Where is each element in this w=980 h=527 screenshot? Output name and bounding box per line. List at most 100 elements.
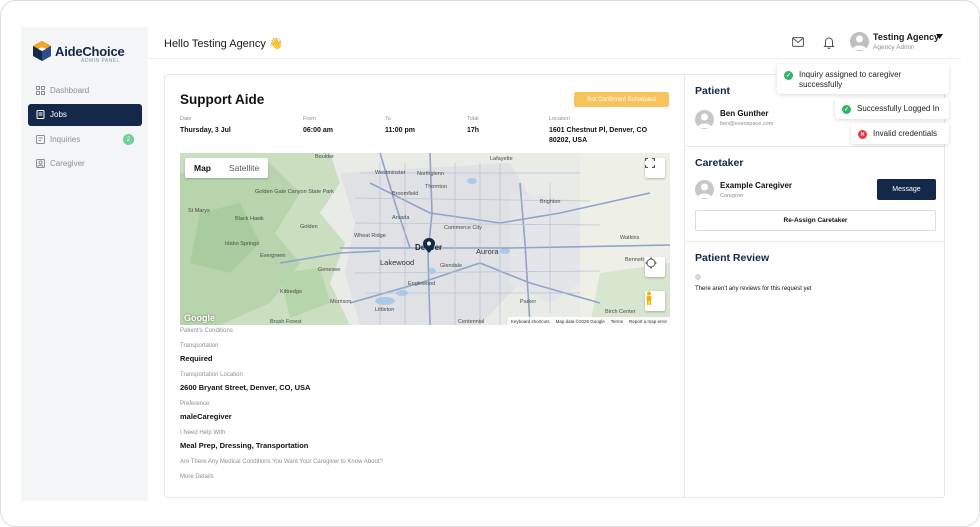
- terms-link[interactable]: Terms: [611, 319, 623, 324]
- map-label: Idaho Springs: [225, 241, 259, 247]
- map-label-lakewood: Lakewood: [380, 258, 414, 267]
- toast-error[interactable]: ✕ Invalid credentials: [851, 123, 949, 144]
- sidebar-nav: Dashboard Jobs Inquiries 2 Caregiver: [28, 79, 142, 177]
- user-avatar[interactable]: [850, 32, 869, 51]
- map-label: Brush Forest: [270, 319, 302, 325]
- transport-location-value: 2600 Bryant Street, Denver, CO, USA: [180, 383, 311, 392]
- fullscreen-icon: [645, 158, 655, 168]
- map-label: Birch Center: [605, 309, 636, 315]
- to-label: To: [385, 116, 391, 122]
- inquiries-count-badge: 2: [123, 134, 134, 145]
- sidebar-item-label: Dashboard: [50, 85, 90, 95]
- sidebar-item-inquiries[interactable]: Inquiries 2: [28, 128, 142, 150]
- map-labels: Boulder Westminster Thornton Northglenn …: [188, 154, 644, 325]
- map-label: Broomfield: [392, 191, 418, 197]
- job-title: Support Aide: [180, 92, 265, 107]
- map-label: Evergreen: [260, 253, 285, 259]
- transportation-label: Transportation: [180, 343, 219, 349]
- user-avatar-icon: [852, 35, 867, 50]
- avatar-placeholder-icon: [697, 113, 712, 128]
- job-detail-card: Support Aide Not Confirmed Scheduled Dat…: [164, 74, 945, 498]
- medical-label: Are There Any Medical Conditions You Wan…: [180, 459, 383, 465]
- logo-hexagon-icon: [33, 41, 51, 61]
- patient-email: ben@eseospace.com: [720, 121, 774, 127]
- mail-icon[interactable]: [792, 37, 804, 47]
- map-label: Black Hawk: [235, 216, 264, 222]
- section-divider: [686, 241, 944, 242]
- patient-name: Ben Gunther: [720, 109, 769, 118]
- check-circle-icon: ✓: [842, 105, 851, 114]
- info-location: Location 1601 Chestnut Pl, Denver, CO 80…: [549, 116, 659, 145]
- preference-label: Preference: [180, 401, 210, 407]
- job-info-column: Support Aide Not Confirmed Scheduled Dat…: [165, 75, 685, 497]
- caretaker-avatar: [695, 180, 714, 199]
- map-label: Centennial: [458, 319, 484, 325]
- report-error-link[interactable]: Report a map error: [629, 319, 667, 324]
- map-type-tabs: Map Satellite: [185, 158, 269, 178]
- transportation-value: Required: [180, 354, 213, 363]
- map-label: Glendale: [440, 263, 462, 269]
- map-label: Westminster: [375, 170, 406, 176]
- grid-icon: [36, 85, 45, 95]
- check-circle-icon: ✓: [784, 71, 793, 80]
- map-label: Littleton: [375, 307, 394, 313]
- user-name[interactable]: Testing Agency: [873, 32, 939, 42]
- toast-message: Successfully Logged In: [857, 104, 940, 113]
- sidebar-item-jobs[interactable]: Jobs: [28, 103, 142, 126]
- tab-map[interactable]: Map: [185, 158, 220, 178]
- map-label: Brighton: [540, 199, 561, 205]
- fullscreen-button[interactable]: [645, 158, 665, 178]
- map-view[interactable]: Boulder Westminster Thornton Northglenn …: [180, 153, 670, 325]
- sidebar-item-dashboard[interactable]: Dashboard: [28, 79, 142, 101]
- info-to: To 11:00 pm: [385, 116, 455, 136]
- map-label: Watkins: [620, 235, 640, 241]
- message-button[interactable]: Message: [877, 179, 936, 200]
- toast-success[interactable]: ✓ Successfully Logged In: [835, 98, 949, 119]
- date-value: Thursday, 3 Jul: [180, 127, 231, 134]
- top-bar: Hello Testing Agency 👋 Testing Agency Ag…: [149, 27, 961, 59]
- chevron-down-icon[interactable]: [936, 34, 943, 39]
- sidebar-item-label: Jobs: [50, 110, 67, 119]
- map-pan-control[interactable]: [645, 257, 665, 277]
- google-logo: Google: [184, 313, 215, 323]
- info-total: Total 17h: [467, 116, 527, 136]
- sidebar-item-label: Inquiries: [50, 134, 81, 144]
- sidebar-item-caregiver[interactable]: Caregiver: [28, 153, 142, 175]
- bell-icon[interactable]: [823, 36, 835, 49]
- sidebar: AideChoice ADMIN PANEL Dashboard Jobs In…: [21, 27, 148, 501]
- map-label: Kittredge: [280, 289, 302, 295]
- from-label: From: [303, 116, 316, 122]
- toast-message: Invalid credentials: [873, 129, 938, 138]
- keyboard-shortcuts-link[interactable]: Keyboard shortcuts: [511, 319, 550, 324]
- review-placeholder-icon: [695, 274, 701, 280]
- pegman-icon: [646, 291, 652, 305]
- location-value: 1601 Chestnut Pl, Denver, CO 80202, USA: [549, 127, 648, 144]
- map-label: Arvada: [392, 215, 410, 221]
- map-label: Genesee: [318, 267, 340, 273]
- caretaker-name: Example Caregiver: [720, 181, 793, 190]
- greeting-text: Hello Testing Agency 👋: [164, 38, 283, 50]
- inquiry-icon: [36, 134, 45, 144]
- from-value: 06:00 am: [303, 127, 333, 134]
- user-role: Agency Admin: [873, 44, 915, 51]
- info-from: From 06:00 am: [303, 116, 373, 136]
- sidebar-item-label: Caregiver: [50, 159, 85, 168]
- location-label: Location: [549, 116, 570, 122]
- caretaker-role: Caregiver: [720, 193, 744, 199]
- patient-section-title: Patient: [695, 85, 731, 97]
- transport-location-label: Transportation Location: [180, 372, 243, 378]
- brand-name: AideChoice: [55, 43, 125, 59]
- reassign-caretaker-button[interactable]: Re-Assign Caretaker: [695, 210, 936, 231]
- street-view-button[interactable]: [645, 291, 665, 311]
- map-label: Boulder: [315, 154, 334, 160]
- review-section-title: Patient Review: [695, 252, 770, 264]
- patient-avatar: [695, 110, 714, 129]
- map-label: Commerce City: [444, 225, 482, 231]
- no-reviews-text: There aren't any reviews for this reques…: [695, 286, 812, 292]
- more-details-label: More Details: [180, 474, 214, 480]
- toast-success[interactable]: ✓ Inquiry assigned to caregiver successf…: [777, 64, 949, 94]
- total-value: 17h: [467, 127, 480, 134]
- tab-satellite[interactable]: Satellite: [220, 158, 268, 178]
- app-window: AideChoice ADMIN PANEL Dashboard Jobs In…: [0, 0, 980, 527]
- map-data-attribution: Map data ©2025 Google: [555, 318, 605, 324]
